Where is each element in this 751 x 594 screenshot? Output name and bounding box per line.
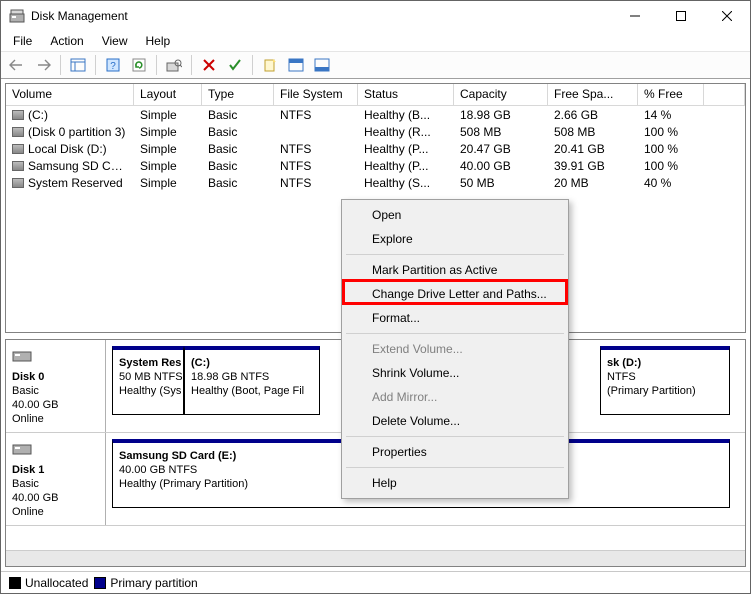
context-menu: Open Explore Mark Partition as Active Ch…	[341, 199, 569, 499]
window-title: Disk Management	[31, 9, 612, 23]
menu-view[interactable]: View	[94, 32, 136, 50]
col-volume[interactable]: Volume	[6, 84, 134, 105]
toolbar: ?	[1, 51, 750, 79]
table-row[interactable]: Samsung SD Card ...SimpleBasicNTFSHealth…	[6, 157, 745, 174]
col-layout[interactable]: Layout	[134, 84, 202, 105]
forward-button[interactable]	[31, 54, 55, 76]
refresh-icon[interactable]	[127, 54, 151, 76]
table-row[interactable]: (C:)SimpleBasicNTFSHealthy (B...18.98 GB…	[6, 106, 745, 123]
table-row[interactable]: Local Disk (D:)SimpleBasicNTFSHealthy (P…	[6, 140, 745, 157]
table-row[interactable]: System ReservedSimpleBasicNTFSHealthy (S…	[6, 174, 745, 191]
minimize-button[interactable]	[612, 1, 658, 31]
volume-icon	[12, 144, 24, 154]
menubar: File Action View Help	[1, 31, 750, 51]
ctx-format[interactable]: Format...	[344, 306, 566, 330]
disk-info[interactable]: Disk 0Basic40.00 GBOnline	[6, 340, 106, 432]
help-icon[interactable]: ?	[101, 54, 125, 76]
ctx-explore[interactable]: Explore	[344, 227, 566, 251]
app-icon	[9, 8, 25, 24]
legend-primary: Primary partition	[94, 576, 197, 590]
disk-icon	[12, 439, 32, 455]
ctx-extend-volume: Extend Volume...	[344, 337, 566, 361]
partition[interactable]: sk (D:)NTFS(Primary Partition)	[600, 346, 730, 415]
legend-unallocated: Unallocated	[9, 576, 88, 590]
table-row[interactable]: (Disk 0 partition 3)SimpleBasicHealthy (…	[6, 123, 745, 140]
ctx-mark-active[interactable]: Mark Partition as Active	[344, 258, 566, 282]
list-top-icon[interactable]	[284, 54, 308, 76]
maximize-button[interactable]	[658, 1, 704, 31]
volume-icon	[12, 110, 24, 120]
col-status[interactable]: Status	[358, 84, 454, 105]
partition[interactable]: System Res50 MB NTFSHealthy (Sys	[112, 346, 184, 415]
ctx-shrink-volume[interactable]: Shrink Volume...	[344, 361, 566, 385]
col-spacer	[704, 84, 745, 105]
menu-file[interactable]: File	[5, 32, 40, 50]
titlebar: Disk Management	[1, 1, 750, 31]
disk-info[interactable]: Disk 1Basic40.00 GBOnline	[6, 433, 106, 525]
volume-icon	[12, 127, 24, 137]
new-icon[interactable]	[258, 54, 282, 76]
list-bottom-icon[interactable]	[310, 54, 334, 76]
delete-icon[interactable]	[197, 54, 221, 76]
settings-icon[interactable]	[162, 54, 186, 76]
menu-action[interactable]: Action	[42, 32, 91, 50]
check-icon[interactable]	[223, 54, 247, 76]
volume-icon	[12, 161, 24, 171]
volume-icon	[12, 178, 24, 188]
ctx-change-drive-letter[interactable]: Change Drive Letter and Paths...	[344, 282, 566, 306]
ctx-properties[interactable]: Properties	[344, 440, 566, 464]
partition[interactable]: (C:)18.98 GB NTFSHealthy (Boot, Page Fil	[184, 346, 320, 415]
disk-icon	[12, 346, 32, 362]
ctx-help[interactable]: Help	[344, 471, 566, 495]
views-icon[interactable]	[66, 54, 90, 76]
col-type[interactable]: Type	[202, 84, 274, 105]
col-filesystem[interactable]: File System	[274, 84, 358, 105]
ctx-delete-volume[interactable]: Delete Volume...	[344, 409, 566, 433]
back-button[interactable]	[5, 54, 29, 76]
svg-text:?: ?	[110, 61, 116, 72]
col-pctfree[interactable]: % Free	[638, 84, 704, 105]
column-headers: Volume Layout Type File System Status Ca…	[6, 84, 745, 106]
ctx-add-mirror: Add Mirror...	[344, 385, 566, 409]
close-button[interactable]	[704, 1, 750, 31]
col-freespace[interactable]: Free Spa...	[548, 84, 638, 105]
legend-bar: Unallocated Primary partition	[1, 571, 750, 593]
col-capacity[interactable]: Capacity	[454, 84, 548, 105]
disk-management-window: Disk Management File Action View Help ?	[0, 0, 751, 594]
scrollbar[interactable]	[6, 550, 745, 566]
menu-help[interactable]: Help	[138, 32, 179, 50]
ctx-open[interactable]: Open	[344, 203, 566, 227]
